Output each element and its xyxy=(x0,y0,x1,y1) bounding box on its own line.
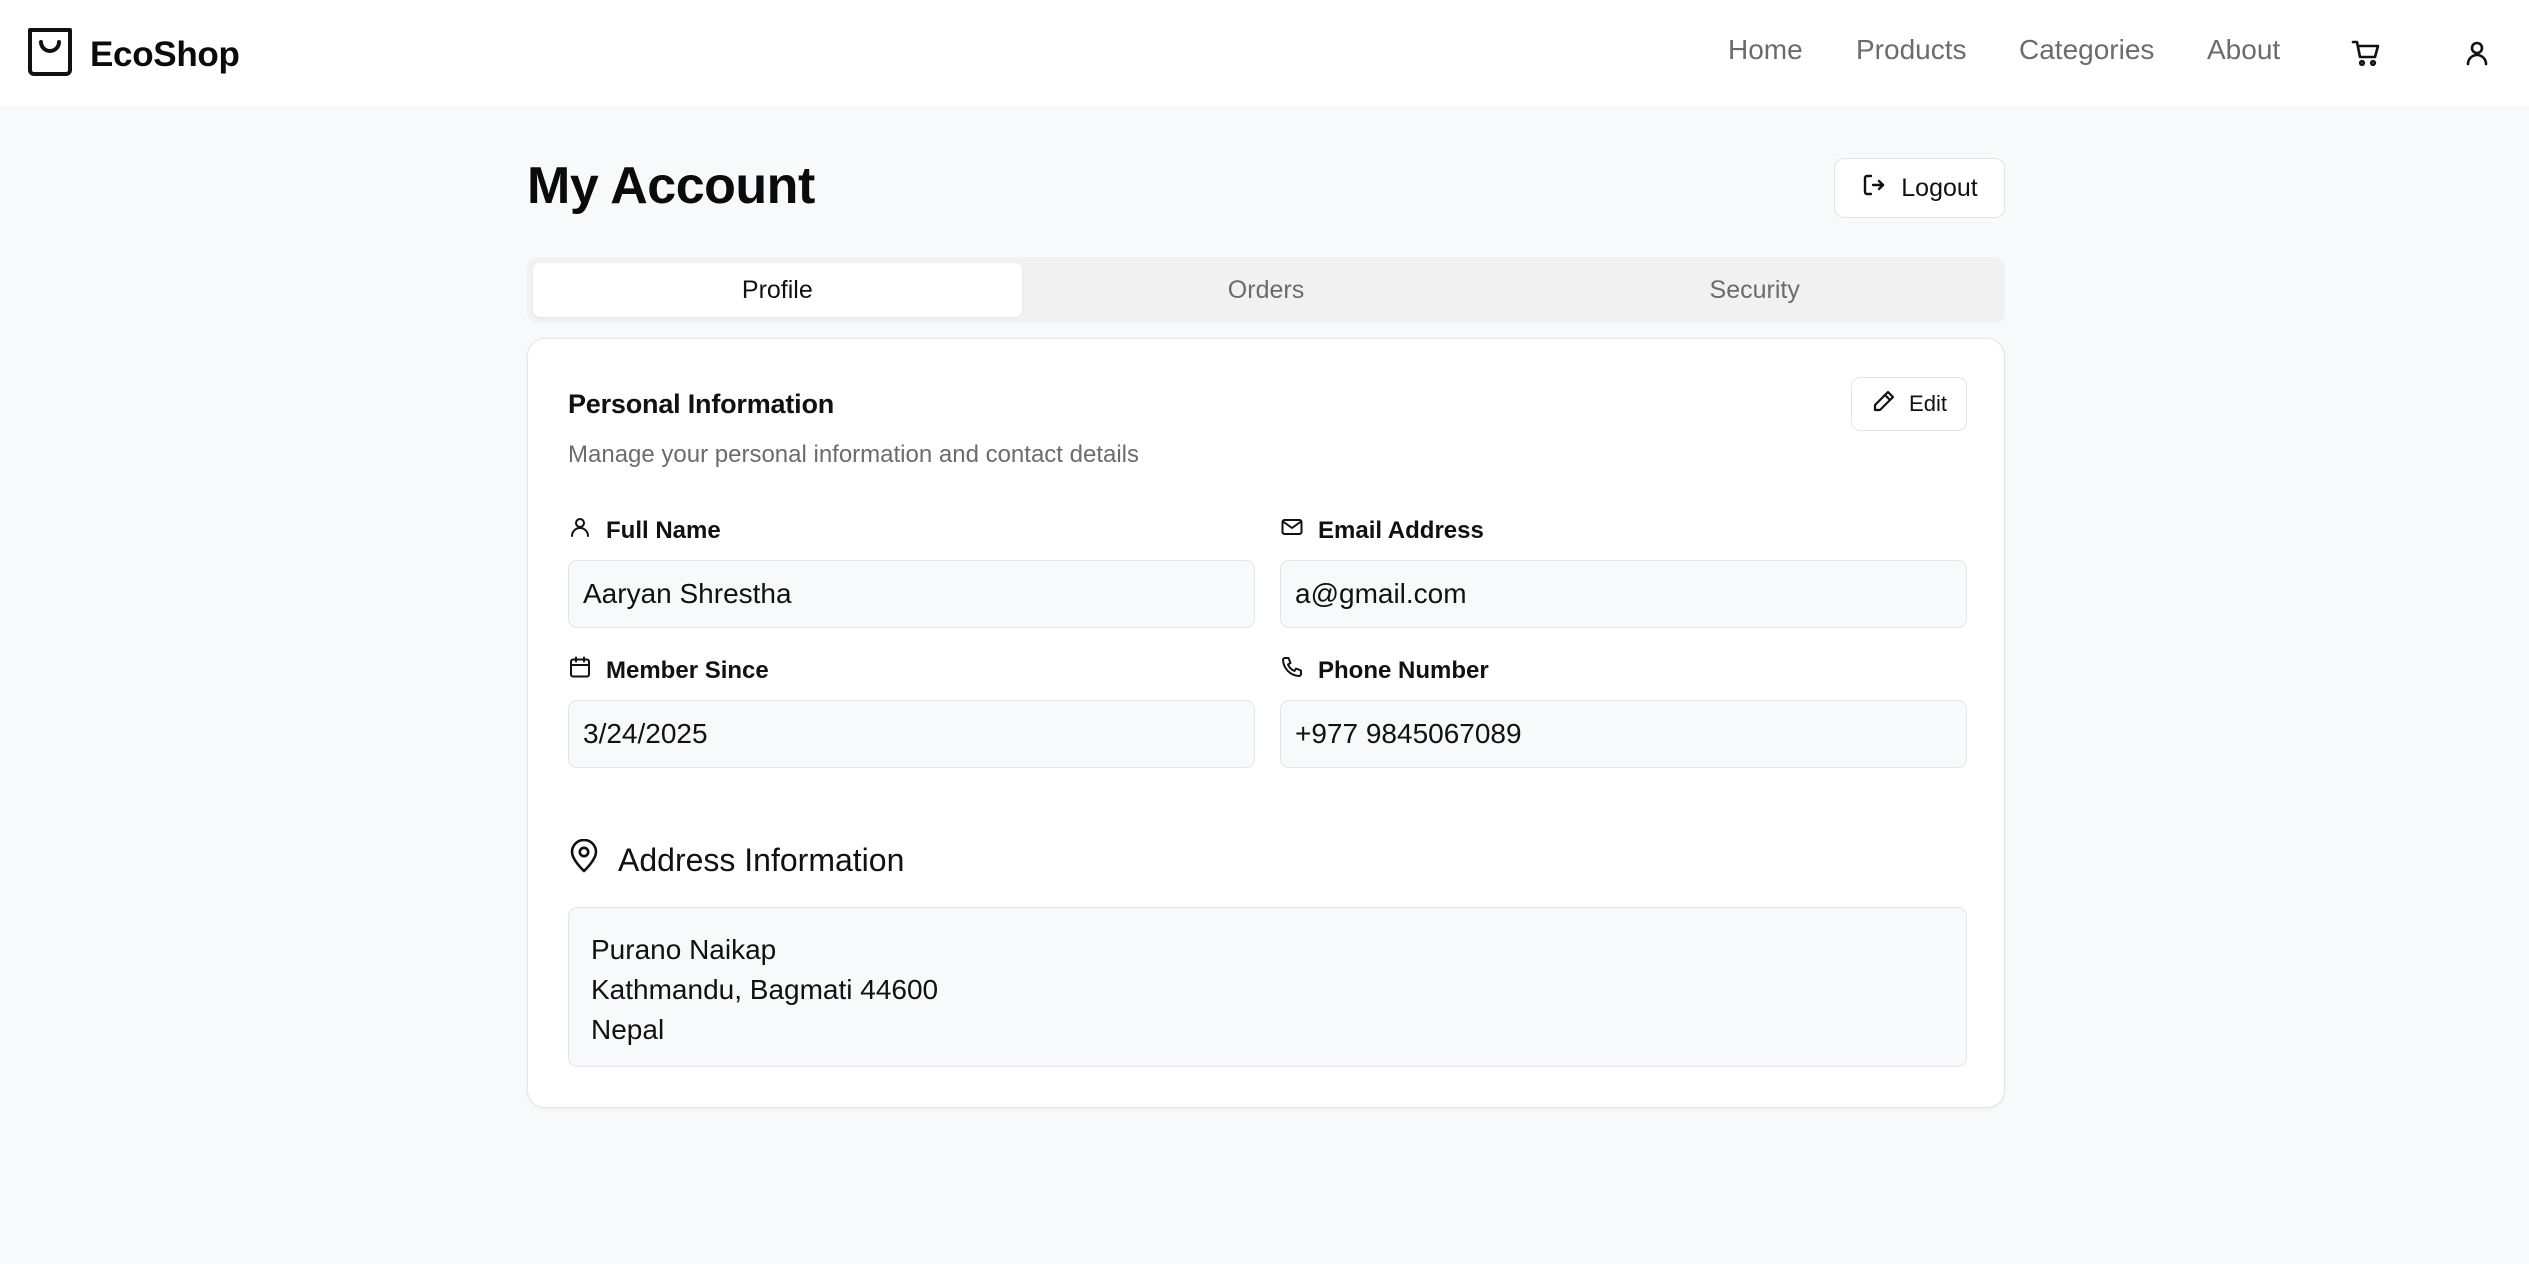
phone-label-text: Phone Number xyxy=(1318,656,1489,684)
member-since-field[interactable]: 3/24/2025 xyxy=(568,700,1255,768)
email-label-text: Email Address xyxy=(1318,516,1484,544)
map-pin-icon xyxy=(568,838,600,881)
edit-label: Edit xyxy=(1909,391,1947,416)
address-line-1: Purano Naikap xyxy=(591,934,777,965)
logout-icon xyxy=(1861,172,1887,205)
member-since-label-text: Member Since xyxy=(606,656,769,684)
logout-button[interactable]: Logout xyxy=(1834,158,2005,218)
address-heading: Address Information xyxy=(568,838,905,881)
user-icon[interactable] xyxy=(2460,36,2494,70)
top-navbar: EcoShop Home Products Categories About xyxy=(0,0,2529,106)
phone-icon xyxy=(1280,655,1304,686)
address-title: Address Information xyxy=(618,841,905,878)
card-title: Personal Information xyxy=(568,389,835,419)
full-name-label-text: Full Name xyxy=(606,516,721,544)
brand-name: EcoShop xyxy=(90,34,240,74)
member-since-label: Member Since xyxy=(568,655,769,686)
email-field[interactable]: a@gmail.com xyxy=(1280,560,1967,628)
logout-label: Logout xyxy=(1901,173,1978,202)
card-subtitle: Manage your personal information and con… xyxy=(568,441,1140,468)
cart-icon[interactable] xyxy=(2349,36,2383,70)
nav-link-products[interactable]: Products xyxy=(1856,34,1967,66)
shopping-bag-icon xyxy=(26,26,74,83)
nav-link-about[interactable]: About xyxy=(2207,34,2280,66)
user-icon xyxy=(568,515,592,546)
page-title: My Account xyxy=(527,157,815,215)
brand[interactable]: EcoShop xyxy=(26,26,240,83)
calendar-icon xyxy=(568,655,592,686)
edit-button[interactable]: Edit xyxy=(1851,377,1967,431)
pencil-icon xyxy=(1871,388,1897,420)
address-block: Purano Naikap Kathmandu, Bagmati 44600 N… xyxy=(568,907,1967,1067)
account-tabs: Profile Orders Security xyxy=(527,257,2005,323)
full-name-field[interactable]: Aaryan Shrestha xyxy=(568,560,1255,628)
address-line-2: Kathmandu, Bagmati 44600 xyxy=(591,974,939,1005)
tab-orders[interactable]: Orders xyxy=(1022,263,1511,317)
phone-label: Phone Number xyxy=(1280,655,1489,686)
mail-icon xyxy=(1280,515,1304,546)
email-label: Email Address xyxy=(1280,515,1484,546)
phone-field[interactable]: +977 9845067089 xyxy=(1280,700,1967,768)
personal-info-card: Personal Information Manage your persona… xyxy=(527,338,2005,1108)
nav-link-home[interactable]: Home xyxy=(1728,34,1803,66)
tab-security[interactable]: Security xyxy=(1510,263,1999,317)
address-line-3: Nepal xyxy=(591,1014,665,1045)
tab-profile[interactable]: Profile xyxy=(533,263,1022,317)
full-name-label: Full Name xyxy=(568,515,721,546)
nav-link-categories[interactable]: Categories xyxy=(2019,34,2154,66)
